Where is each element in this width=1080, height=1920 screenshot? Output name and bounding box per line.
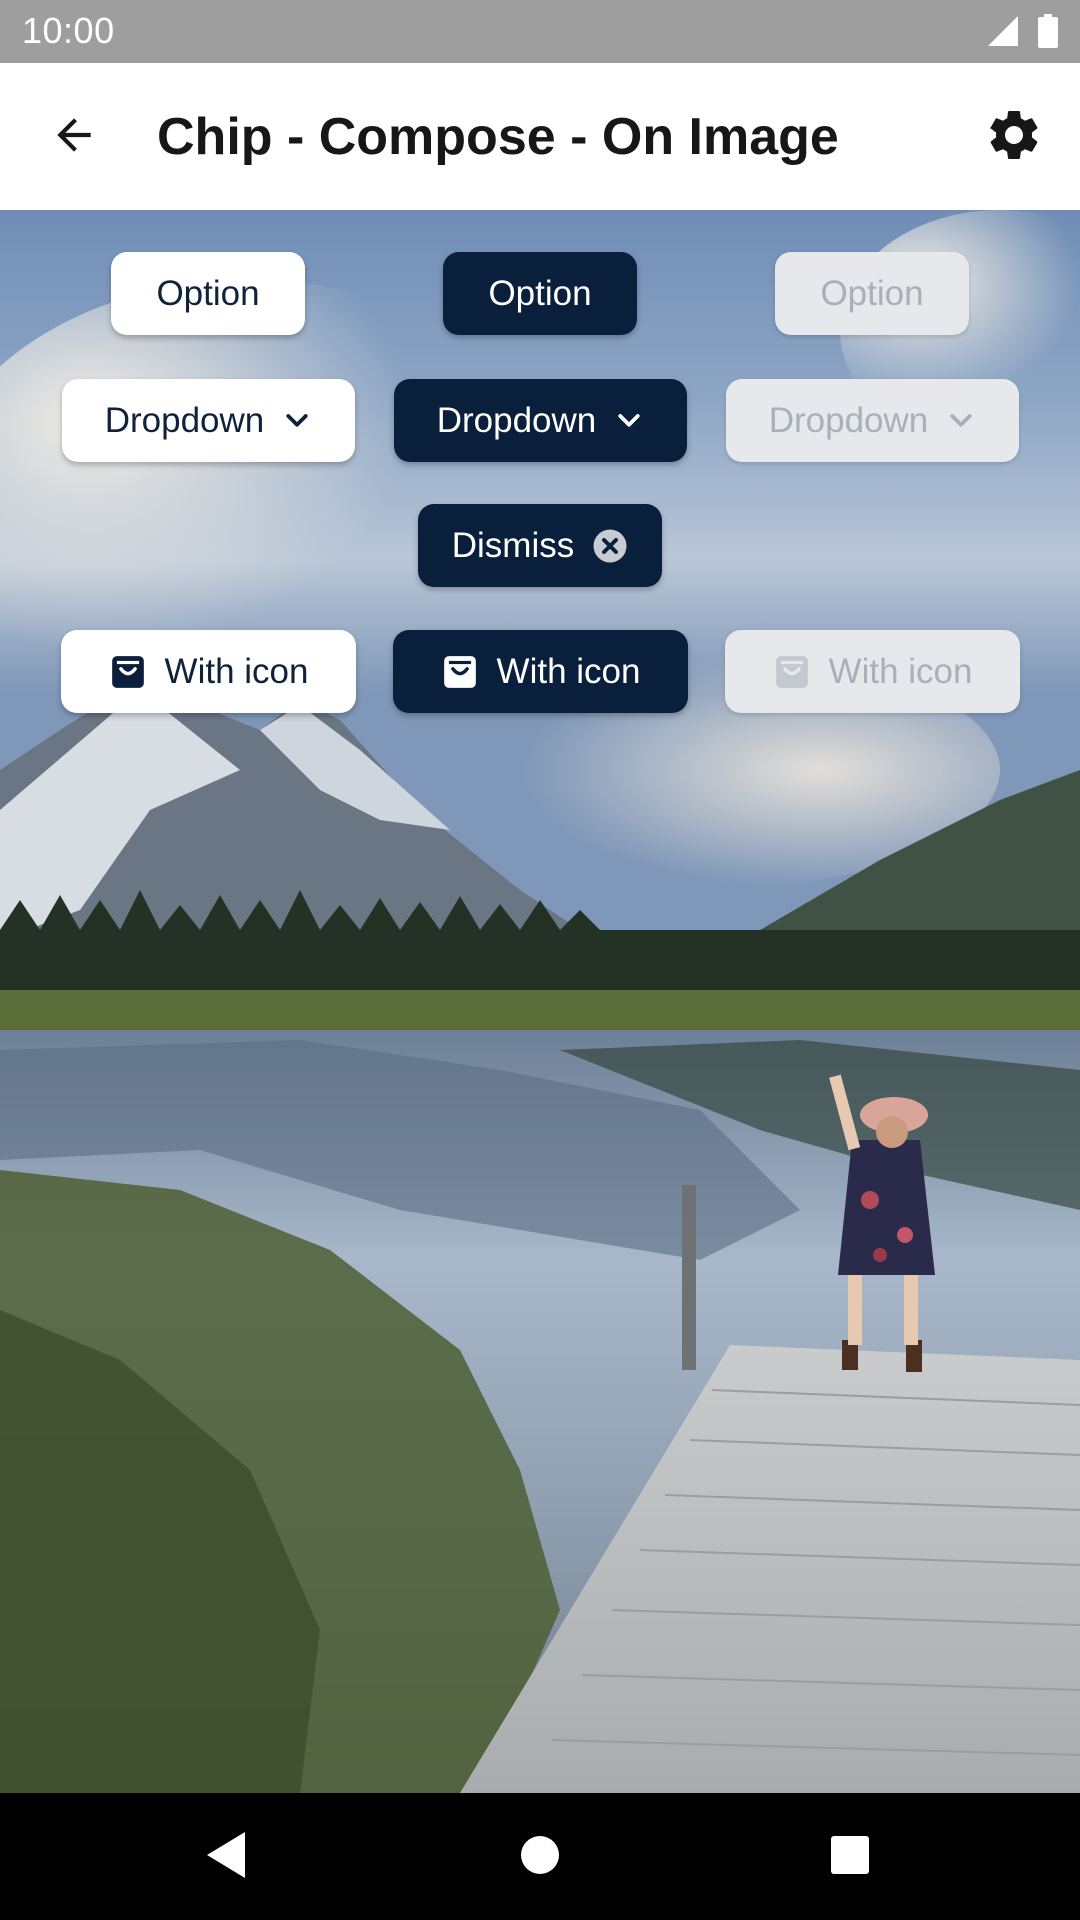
page-title: Chip - Compose - On Image <box>157 108 839 166</box>
navigation-bar <box>0 1793 1080 1920</box>
dismiss-chip-label: Dismiss <box>451 525 575 565</box>
close-circle-icon[interactable] <box>592 528 628 564</box>
nav-recents-icon <box>830 1835 870 1880</box>
dismiss-chip[interactable]: Dismiss <box>418 504 662 587</box>
icon-chip-label: With icon <box>164 651 309 691</box>
dropdown-chip-disabled: Dropdown <box>726 379 1019 462</box>
option-chip-disabled: Option <box>775 252 969 335</box>
status-bar: 10:00 <box>0 0 1080 63</box>
signal-icon <box>986 14 1020 53</box>
shopping-bag-icon <box>773 653 811 691</box>
dropdown-chip-label: Dropdown <box>768 400 929 440</box>
dropdown-chip-selected[interactable]: Dropdown <box>394 379 687 462</box>
nav-home-button[interactable] <box>498 1815 582 1899</box>
battery-icon <box>1038 14 1058 53</box>
icon-chip-label: With icon <box>828 651 973 691</box>
status-icons <box>986 14 1058 53</box>
option-chip-selected[interactable]: Option <box>443 252 637 335</box>
gear-icon <box>984 105 1044 170</box>
status-time: 10:00 <box>22 10 115 51</box>
option-chip-label: Option <box>820 273 924 313</box>
nav-back-button[interactable] <box>184 1815 268 1899</box>
shopping-bag-icon <box>109 653 147 691</box>
back-button[interactable] <box>40 103 108 171</box>
dropdown-chip-label: Dropdown <box>436 400 597 440</box>
chevron-down-icon <box>614 406 644 436</box>
arrow-back-icon <box>49 110 99 165</box>
icon-chip-selected[interactable]: With icon <box>393 630 688 713</box>
option-chip[interactable]: Option <box>111 252 305 335</box>
shopping-bag-icon <box>441 653 479 691</box>
background-photo: Option Option Option Dropdown Dropdown D… <box>0 210 1080 1793</box>
nav-back-icon <box>203 1830 249 1885</box>
app-bar: Chip - Compose - On Image <box>0 63 1080 211</box>
option-chip-label: Option <box>156 273 260 313</box>
settings-button[interactable] <box>978 101 1050 173</box>
option-chip-label: Option <box>488 273 592 313</box>
nav-recents-button[interactable] <box>808 1815 892 1899</box>
chevron-down-icon <box>946 406 976 436</box>
dropdown-chip-label: Dropdown <box>104 400 265 440</box>
icon-chip-disabled: With icon <box>725 630 1020 713</box>
dropdown-chip[interactable]: Dropdown <box>62 379 355 462</box>
icon-chip-label: With icon <box>496 651 641 691</box>
chevron-down-icon <box>282 406 312 436</box>
icon-chip[interactable]: With icon <box>61 630 356 713</box>
nav-home-icon <box>519 1834 561 1881</box>
